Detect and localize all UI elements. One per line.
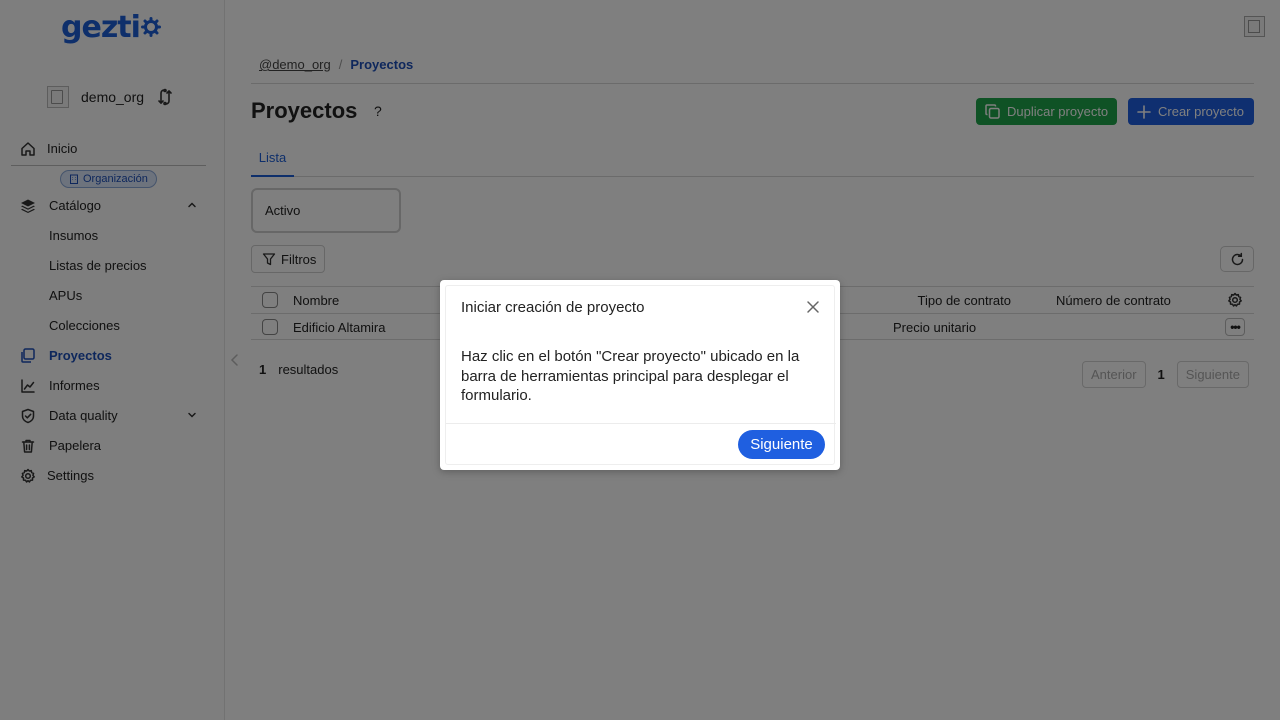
modal-body: Haz clic en el botón "Crear proyecto" ub… [461,348,800,404]
modal-title: Iniciar creación de proyecto [461,299,645,316]
modal-footer-divider [446,423,836,424]
modal-next-button[interactable]: Siguiente [738,430,825,459]
close-icon[interactable] [806,300,820,314]
tour-modal: Iniciar creación de proyecto Haz clic en… [445,285,836,465]
